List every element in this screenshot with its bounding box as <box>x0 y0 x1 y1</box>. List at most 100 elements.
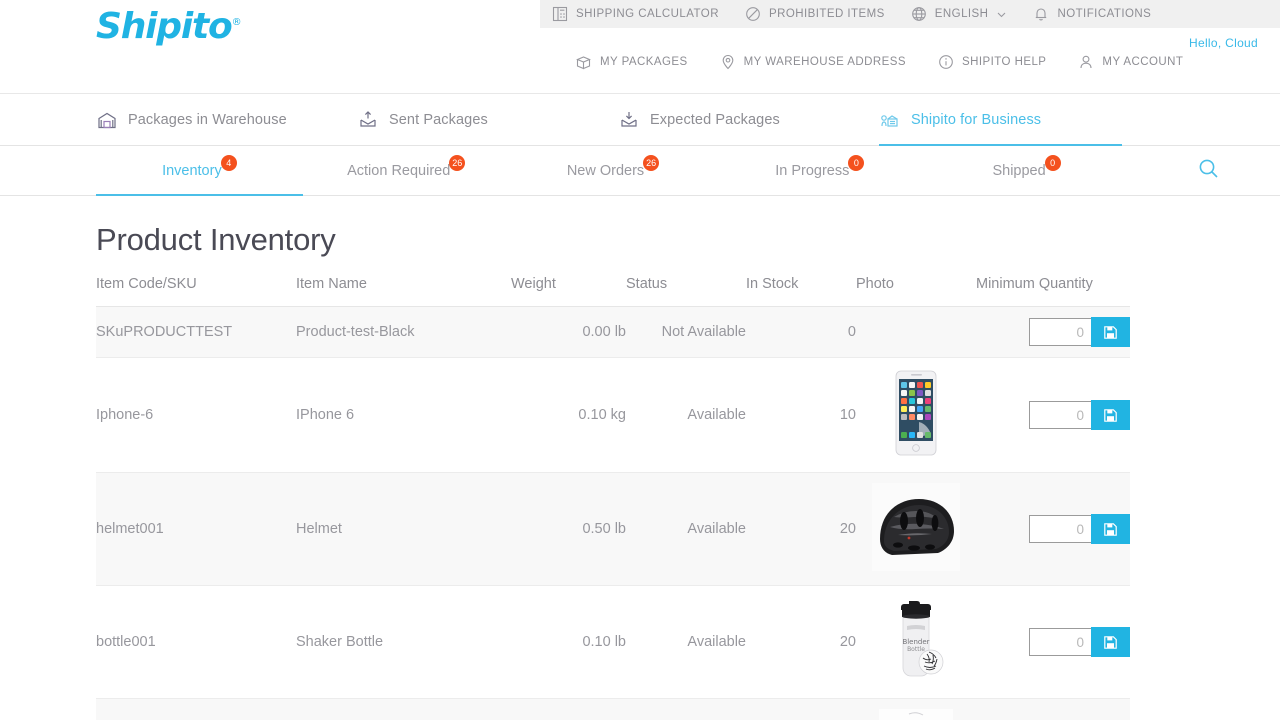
location-pin-icon <box>720 54 736 70</box>
cell-min-qty <box>976 306 1130 358</box>
nav-my-warehouse-address-label: MY WAREHOUSE ADDRESS <box>743 56 906 68</box>
calculator-icon <box>552 6 568 22</box>
cell-min-qty <box>976 472 1130 586</box>
cell-name: Shaker Bottle <box>296 585 511 699</box>
globe-icon <box>911 6 927 22</box>
cell-photo <box>856 306 976 358</box>
subtab-new-orders-label: New Orders <box>566 162 645 179</box>
cell-name: Product-test-Black <box>296 306 511 358</box>
cell-name: Helmet <box>296 472 511 586</box>
table-header-row: Item Code/SKU Item Name Weight Status In… <box>96 276 1130 307</box>
cell-photo <box>856 698 976 720</box>
table-row[interactable]: SKuPRODUCTTEST Product-test-Black 0.00 l… <box>96 306 1130 358</box>
subtab-action-required-label: Action Required <box>347 162 451 179</box>
greeting-text[interactable]: Hello, Cloud <box>1189 36 1258 50</box>
tab-expected-packages[interactable]: Expected Packages <box>618 94 879 145</box>
save-button[interactable] <box>1091 514 1130 544</box>
nav-my-warehouse-address[interactable]: MY WAREHOUSE ADDRESS <box>720 54 906 70</box>
subtab-in-progress-label: In Progress <box>775 162 850 179</box>
cell-status: Available <box>626 357 746 473</box>
nav-shipito-help[interactable]: SHIPITO HELP <box>938 54 1046 70</box>
nav-notifications[interactable]: NOTIFICATIONS <box>1033 6 1151 22</box>
save-button[interactable] <box>1091 400 1130 430</box>
tab-sent-packages[interactable]: Sent Packages <box>357 94 618 145</box>
save-button[interactable] <box>1091 317 1130 347</box>
cell-name: IPhone 6 <box>296 357 511 473</box>
page-content: Product Inventory Item Code/SKU Item Nam… <box>0 222 1280 720</box>
nav-prohibited-items-label: PROHIBITED ITEMS <box>768 8 885 20</box>
subtab-action-required-badge: 26 <box>449 154 466 171</box>
logo-registered-mark: ® <box>231 17 242 28</box>
nav-language-selector[interactable]: ENGLISH <box>911 6 1008 22</box>
nav-my-packages-label: MY PACKAGES <box>600 56 688 68</box>
nav-shipping-calculator-label: SHIPPING CALCULATOR <box>576 8 719 20</box>
nav-prohibited-items[interactable]: PROHIBITED ITEMS <box>745 6 885 22</box>
cell-weight: 0.20 lb <box>511 698 626 720</box>
subtab-shipped-badge: 0 <box>1044 154 1061 171</box>
cell-stock: 20 <box>746 472 856 586</box>
top-utility-bar: Shipito® SHIPPING CALCULATOR PROHIBITED … <box>0 0 1280 94</box>
subtab-inventory-label: Inventory <box>162 162 222 179</box>
cell-sku: SKuPRODUCTTEST <box>96 306 296 358</box>
nav-notifications-label: NOTIFICATIONS <box>1057 8 1152 20</box>
subtab-new-orders[interactable]: New Orders 26 <box>510 146 717 195</box>
shirt-photo <box>879 709 953 720</box>
shipito-logo[interactable]: Shipito® <box>96 6 242 47</box>
bottle-photo: Blender Bottle <box>885 596 947 684</box>
cell-weight: 0.10 kg <box>511 357 626 473</box>
tab-shipito-for-business[interactable]: Shipito for Business <box>879 94 1140 146</box>
header-weight: Weight <box>511 276 626 307</box>
business-box-icon <box>879 109 901 131</box>
header-min-qty: Minimum Quantity <box>976 276 1130 307</box>
page-title: Product Inventory <box>96 222 336 257</box>
iphone-photo <box>892 368 940 458</box>
header-item-code: Item Code/SKU <box>96 276 296 307</box>
header-photo: Photo <box>856 276 976 307</box>
cell-status: Not Available <box>626 306 746 358</box>
cell-sku: helmet001 <box>96 472 296 586</box>
min-quantity-input[interactable] <box>1029 515 1091 543</box>
nav-my-account[interactable]: MY ACCOUNT <box>1078 54 1183 70</box>
save-button[interactable] <box>1091 627 1130 657</box>
helmet-photo <box>872 483 960 571</box>
cell-photo <box>856 472 976 586</box>
nav-shipping-calculator[interactable]: SHIPPING CALCULATOR <box>552 6 719 22</box>
nav-shipito-help-label: SHIPITO HELP <box>961 56 1047 68</box>
cell-stock: 0 <box>746 306 856 358</box>
cell-stock: 20 <box>746 585 856 699</box>
nav-language-label: ENGLISH <box>934 8 989 20</box>
search-icon[interactable] <box>1197 157 1220 185</box>
nav-my-packages[interactable]: MY PACKAGES <box>575 54 688 71</box>
table-row[interactable]: bottle001 Shaker Bottle 0.10 lb Availabl… <box>96 585 1130 699</box>
cell-name: Shirt <box>296 698 511 720</box>
subtab-in-progress[interactable]: In Progress 0 <box>716 146 923 195</box>
min-quantity-input[interactable] <box>1029 401 1091 429</box>
header-item-name: Item Name <box>296 276 511 307</box>
min-quantity-input[interactable] <box>1029 318 1091 346</box>
subtab-inventory[interactable]: Inventory 4 <box>96 146 303 196</box>
prohibited-icon <box>745 6 761 22</box>
svg-text:Bottle: Bottle <box>907 646 925 653</box>
subtab-in-progress-badge: 0 <box>848 154 865 171</box>
cell-stock: 10 <box>746 357 856 473</box>
cell-stock: 20 <box>746 698 856 720</box>
subtab-shipped[interactable]: Shipped 0 <box>923 146 1130 195</box>
table-row[interactable]: shirt001 Shirt 0.20 lb Available 20 <box>96 698 1130 720</box>
subtab-action-required[interactable]: Action Required 26 <box>303 146 510 195</box>
user-icon <box>1078 54 1094 70</box>
cell-min-qty <box>976 585 1130 699</box>
subtab-shipped-label: Shipped <box>992 162 1046 179</box>
info-circle-icon <box>938 54 954 70</box>
tab-packages-in-warehouse[interactable]: Packages in Warehouse <box>96 94 357 145</box>
table-row[interactable]: Iphone-6 IPhone 6 0.10 kg Available 10 <box>96 357 1130 473</box>
subtab-inventory-badge: 4 <box>220 154 237 171</box>
tab-shipito-for-business-label: Shipito for Business <box>911 111 1042 128</box>
table-row[interactable]: helmet001 Helmet 0.50 lb Available 20 <box>96 472 1130 586</box>
tab-expected-packages-label: Expected Packages <box>650 111 780 128</box>
cell-status: Available <box>626 585 746 699</box>
min-quantity-input[interactable] <box>1029 628 1091 656</box>
bell-icon <box>1033 6 1049 22</box>
inventory-table: Item Code/SKU Item Name Weight Status In… <box>96 276 1130 720</box>
download-tray-icon <box>618 109 640 131</box>
cell-sku: Iphone-6 <box>96 357 296 473</box>
